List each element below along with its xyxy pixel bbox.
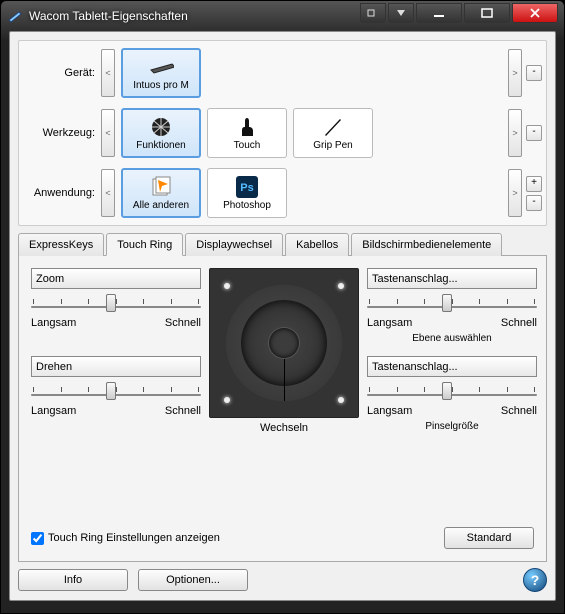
tablet-icon [148, 56, 174, 78]
app-add-button[interactable]: + [526, 176, 542, 192]
device-row: Gerät: < Intuos pro M > - [23, 45, 542, 101]
app-next-button[interactable]: > [508, 169, 522, 217]
svg-text:Ps: Ps [240, 182, 253, 194]
tool-item-label: Funktionen [136, 140, 185, 151]
device-prev-button[interactable]: < [101, 49, 115, 97]
ring-sub-br: Pinselgröße [367, 421, 537, 432]
tool-remove-button[interactable]: - [526, 125, 542, 141]
ring-function-br: Tastenanschlag... Langsam Schnell Pinselg… [367, 356, 537, 434]
tab-displaywechsel[interactable]: Displaywechsel [185, 233, 283, 256]
client-area: Gerät: < Intuos pro M > - Werkzeug: < [9, 31, 556, 601]
slider-label-slow: Langsam [367, 405, 412, 417]
app-prev-button[interactable]: < [101, 169, 115, 217]
window: Wacom Tablett-Eigenschaften Gerät: < Int… [0, 0, 565, 614]
touchring-icon [209, 268, 359, 418]
functions-icon [148, 116, 174, 138]
show-ring-checkbox-input[interactable] [31, 532, 44, 545]
slider-label-slow: Langsam [367, 317, 412, 329]
slider-label-fast: Schnell [165, 317, 201, 329]
ring-function-tl: Zoom Langsam Schnell [31, 268, 201, 346]
device-next-button[interactable]: > [508, 49, 522, 97]
ring-select-br[interactable]: Tastenanschlag... [367, 356, 537, 377]
maximize-button[interactable] [464, 3, 510, 23]
touch-icon [234, 116, 260, 138]
slider-label-fast: Schnell [501, 405, 537, 417]
tool-item-functions[interactable]: Funktionen [121, 108, 201, 158]
slider-label-fast: Schnell [165, 405, 201, 417]
app-remove-button[interactable]: - [526, 195, 542, 211]
tool-row: Werkzeug: < Funktionen Touch Grip Pen [23, 105, 542, 161]
pen-icon [320, 116, 346, 138]
ring-slider-tr[interactable]: Langsam Schnell [367, 299, 537, 329]
tool-prev-button[interactable]: < [101, 109, 115, 157]
tab-expresskeys[interactable]: ExpressKeys [18, 233, 104, 256]
app-label: Anwendung: [23, 187, 101, 199]
show-ring-checkbox-label: Touch Ring Einstellungen anzeigen [48, 532, 220, 544]
show-ring-checkbox[interactable]: Touch Ring Einstellungen anzeigen [31, 532, 220, 545]
ring-select-tr[interactable]: Tastenanschlag... [367, 268, 537, 289]
slider-label-slow: Langsam [31, 405, 76, 417]
ring-slider-tl[interactable]: Langsam Schnell [31, 299, 201, 329]
app-item-all[interactable]: Alle anderen [121, 168, 201, 218]
app-row: Anwendung: < Alle anderen Ps Photoshop >… [23, 165, 542, 221]
tab-bildschirm[interactable]: Bildschirmbedienelemente [351, 233, 502, 256]
slider-label-slow: Langsam [31, 317, 76, 329]
photoshop-icon: Ps [234, 176, 260, 198]
tool-strip: Funktionen Touch Grip Pen [115, 107, 508, 159]
ring-slider-br[interactable]: Langsam Schnell [367, 387, 537, 417]
tool-label: Werkzeug: [23, 127, 101, 139]
ring-visual: Wechseln [209, 268, 359, 434]
ring-function-bl: Drehen Langsam Schnell [31, 356, 201, 434]
info-button[interactable]: Info [18, 569, 128, 591]
app-item-photoshop[interactable]: Ps Photoshop [207, 168, 287, 218]
footer: Info Optionen... ? [18, 568, 547, 592]
window-title: Wacom Tablett-Eigenschaften [29, 9, 358, 23]
options-button[interactable]: Optionen... [138, 569, 248, 591]
app-item-label: Alle anderen [133, 200, 189, 211]
default-button[interactable]: Standard [444, 527, 534, 549]
tab-kabellos[interactable]: Kabellos [285, 233, 349, 256]
app-strip: Alle anderen Ps Photoshop [115, 167, 508, 219]
all-apps-icon [148, 176, 174, 198]
ring-function-tr: Tastenanschlag... Langsam Schnell Ebene a… [367, 268, 537, 346]
tab-touchring[interactable]: Touch Ring [106, 233, 183, 256]
tool-item-grippen[interactable]: Grip Pen [293, 108, 373, 158]
device-remove-button[interactable]: - [526, 65, 542, 81]
ring-center-label: Wechseln [260, 422, 308, 434]
selector-panel: Gerät: < Intuos pro M > - Werkzeug: < [18, 40, 547, 226]
minimize-button[interactable] [416, 3, 462, 23]
device-item-label: Intuos pro M [133, 80, 189, 91]
tab-body-touchring: Zoom Langsam Schnell Wechseln [18, 256, 547, 562]
slider-label-fast: Schnell [501, 317, 537, 329]
device-strip: Intuos pro M [115, 47, 508, 99]
aux-button-1[interactable] [360, 3, 386, 23]
tool-next-button[interactable]: > [508, 109, 522, 157]
help-button[interactable]: ? [523, 568, 547, 592]
titlebar[interactable]: Wacom Tablett-Eigenschaften [1, 1, 564, 31]
ring-sub-tr: Ebene auswählen [367, 333, 537, 344]
tab-strip: ExpressKeys Touch Ring Displaywechsel Ka… [18, 232, 547, 256]
tool-item-label: Touch [234, 140, 261, 151]
aux-button-2[interactable] [388, 3, 414, 23]
ring-slider-bl[interactable]: Langsam Schnell [31, 387, 201, 417]
ring-select-tl[interactable]: Zoom [31, 268, 201, 289]
app-item-label: Photoshop [223, 200, 271, 211]
device-label: Gerät: [23, 67, 101, 79]
app-icon [7, 8, 23, 24]
window-buttons [358, 3, 558, 23]
tool-item-label: Grip Pen [313, 140, 352, 151]
close-button[interactable] [512, 3, 558, 23]
ring-select-bl[interactable]: Drehen [31, 356, 201, 377]
device-item-intuos[interactable]: Intuos pro M [121, 48, 201, 98]
tool-item-touch[interactable]: Touch [207, 108, 287, 158]
